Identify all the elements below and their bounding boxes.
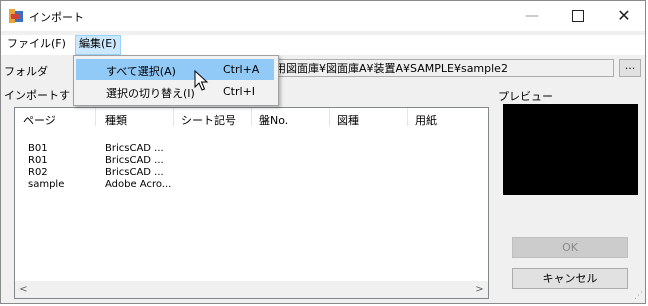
- import-dialog: インポート — ✕ ファイル(F) 編集(E) フォルダ 用図面庫¥図面庫A¥装…: [0, 0, 646, 304]
- column-divider[interactable]: [173, 108, 174, 126]
- cell-type: Adobe Acro...: [105, 179, 172, 190]
- preview-label: プレビュー: [498, 90, 553, 103]
- cell-page: R02: [28, 167, 48, 178]
- window-title: インポート: [29, 11, 84, 24]
- scroll-left-button[interactable]: <: [15, 281, 32, 298]
- import-label: インポートす: [4, 89, 70, 102]
- maximize-button[interactable]: [555, 1, 601, 31]
- column-header-drawing-type[interactable]: 図種: [337, 112, 359, 128]
- menu-item-shortcut: Ctrl+I: [223, 85, 256, 98]
- menu-edit[interactable]: 編集(E): [75, 35, 121, 55]
- app-icon: [9, 9, 23, 23]
- file-list[interactable]: ページ 種類 シート記号 盤No. 図種 用紙 B01 BricsCAD ...…: [14, 107, 489, 299]
- column-header-type[interactable]: 種類: [105, 112, 127, 128]
- column-header-page[interactable]: ページ: [23, 112, 56, 128]
- cell-type: BricsCAD ...: [105, 155, 164, 166]
- horizontal-scrollbar[interactable]: < >: [15, 281, 488, 298]
- folder-label: フォルダ: [4, 65, 48, 78]
- cell-page: B01: [28, 143, 48, 154]
- edit-menu-dropdown: すべて選択(A) Ctrl+A 選択の切り替え(I) Ctrl+I: [73, 55, 279, 106]
- menu-item-label: すべて選択(A): [106, 65, 176, 78]
- menu-item-select-all[interactable]: すべて選択(A) Ctrl+A: [76, 59, 274, 80]
- column-divider[interactable]: [329, 108, 330, 126]
- column-divider[interactable]: [407, 108, 408, 126]
- scroll-right-button[interactable]: >: [471, 281, 488, 298]
- cell-type: BricsCAD ...: [105, 167, 164, 178]
- cell-page: R01: [28, 155, 48, 166]
- folder-path-text: 用図面庫¥図面庫A¥装置A¥SAMPLE¥sample2: [275, 62, 508, 75]
- menu-item-shortcut: Ctrl+A: [223, 63, 260, 76]
- close-button[interactable]: ✕: [601, 1, 647, 31]
- column-header-sheet[interactable]: シート記号: [181, 112, 236, 128]
- cancel-button[interactable]: キャンセル: [512, 268, 628, 289]
- resize-grip-icon[interactable]: ⋰: [633, 291, 643, 301]
- maximize-icon: [572, 10, 584, 22]
- menu-item-toggle-selection[interactable]: 選択の切り替え(I) Ctrl+I: [76, 81, 274, 102]
- mouse-pointer-icon: [194, 70, 209, 91]
- menu-item-label: 選択の切り替え(I): [106, 87, 195, 100]
- column-header-paper[interactable]: 用紙: [415, 112, 437, 128]
- column-divider[interactable]: [251, 108, 252, 126]
- browse-button[interactable]: ...: [619, 59, 641, 77]
- menu-bar: ファイル(F) 編集(E): [1, 35, 645, 55]
- column-divider[interactable]: [95, 108, 96, 126]
- ok-button[interactable]: OK: [512, 237, 628, 258]
- column-header-panel-no[interactable]: 盤No.: [259, 112, 288, 128]
- cell-page: sample: [28, 179, 65, 190]
- cell-type: BricsCAD ...: [105, 143, 164, 154]
- preview-pane: [503, 104, 638, 195]
- title-bar: インポート — ✕: [1, 1, 645, 31]
- menu-file[interactable]: ファイル(F): [4, 35, 69, 53]
- minimize-button[interactable]: —: [509, 1, 555, 31]
